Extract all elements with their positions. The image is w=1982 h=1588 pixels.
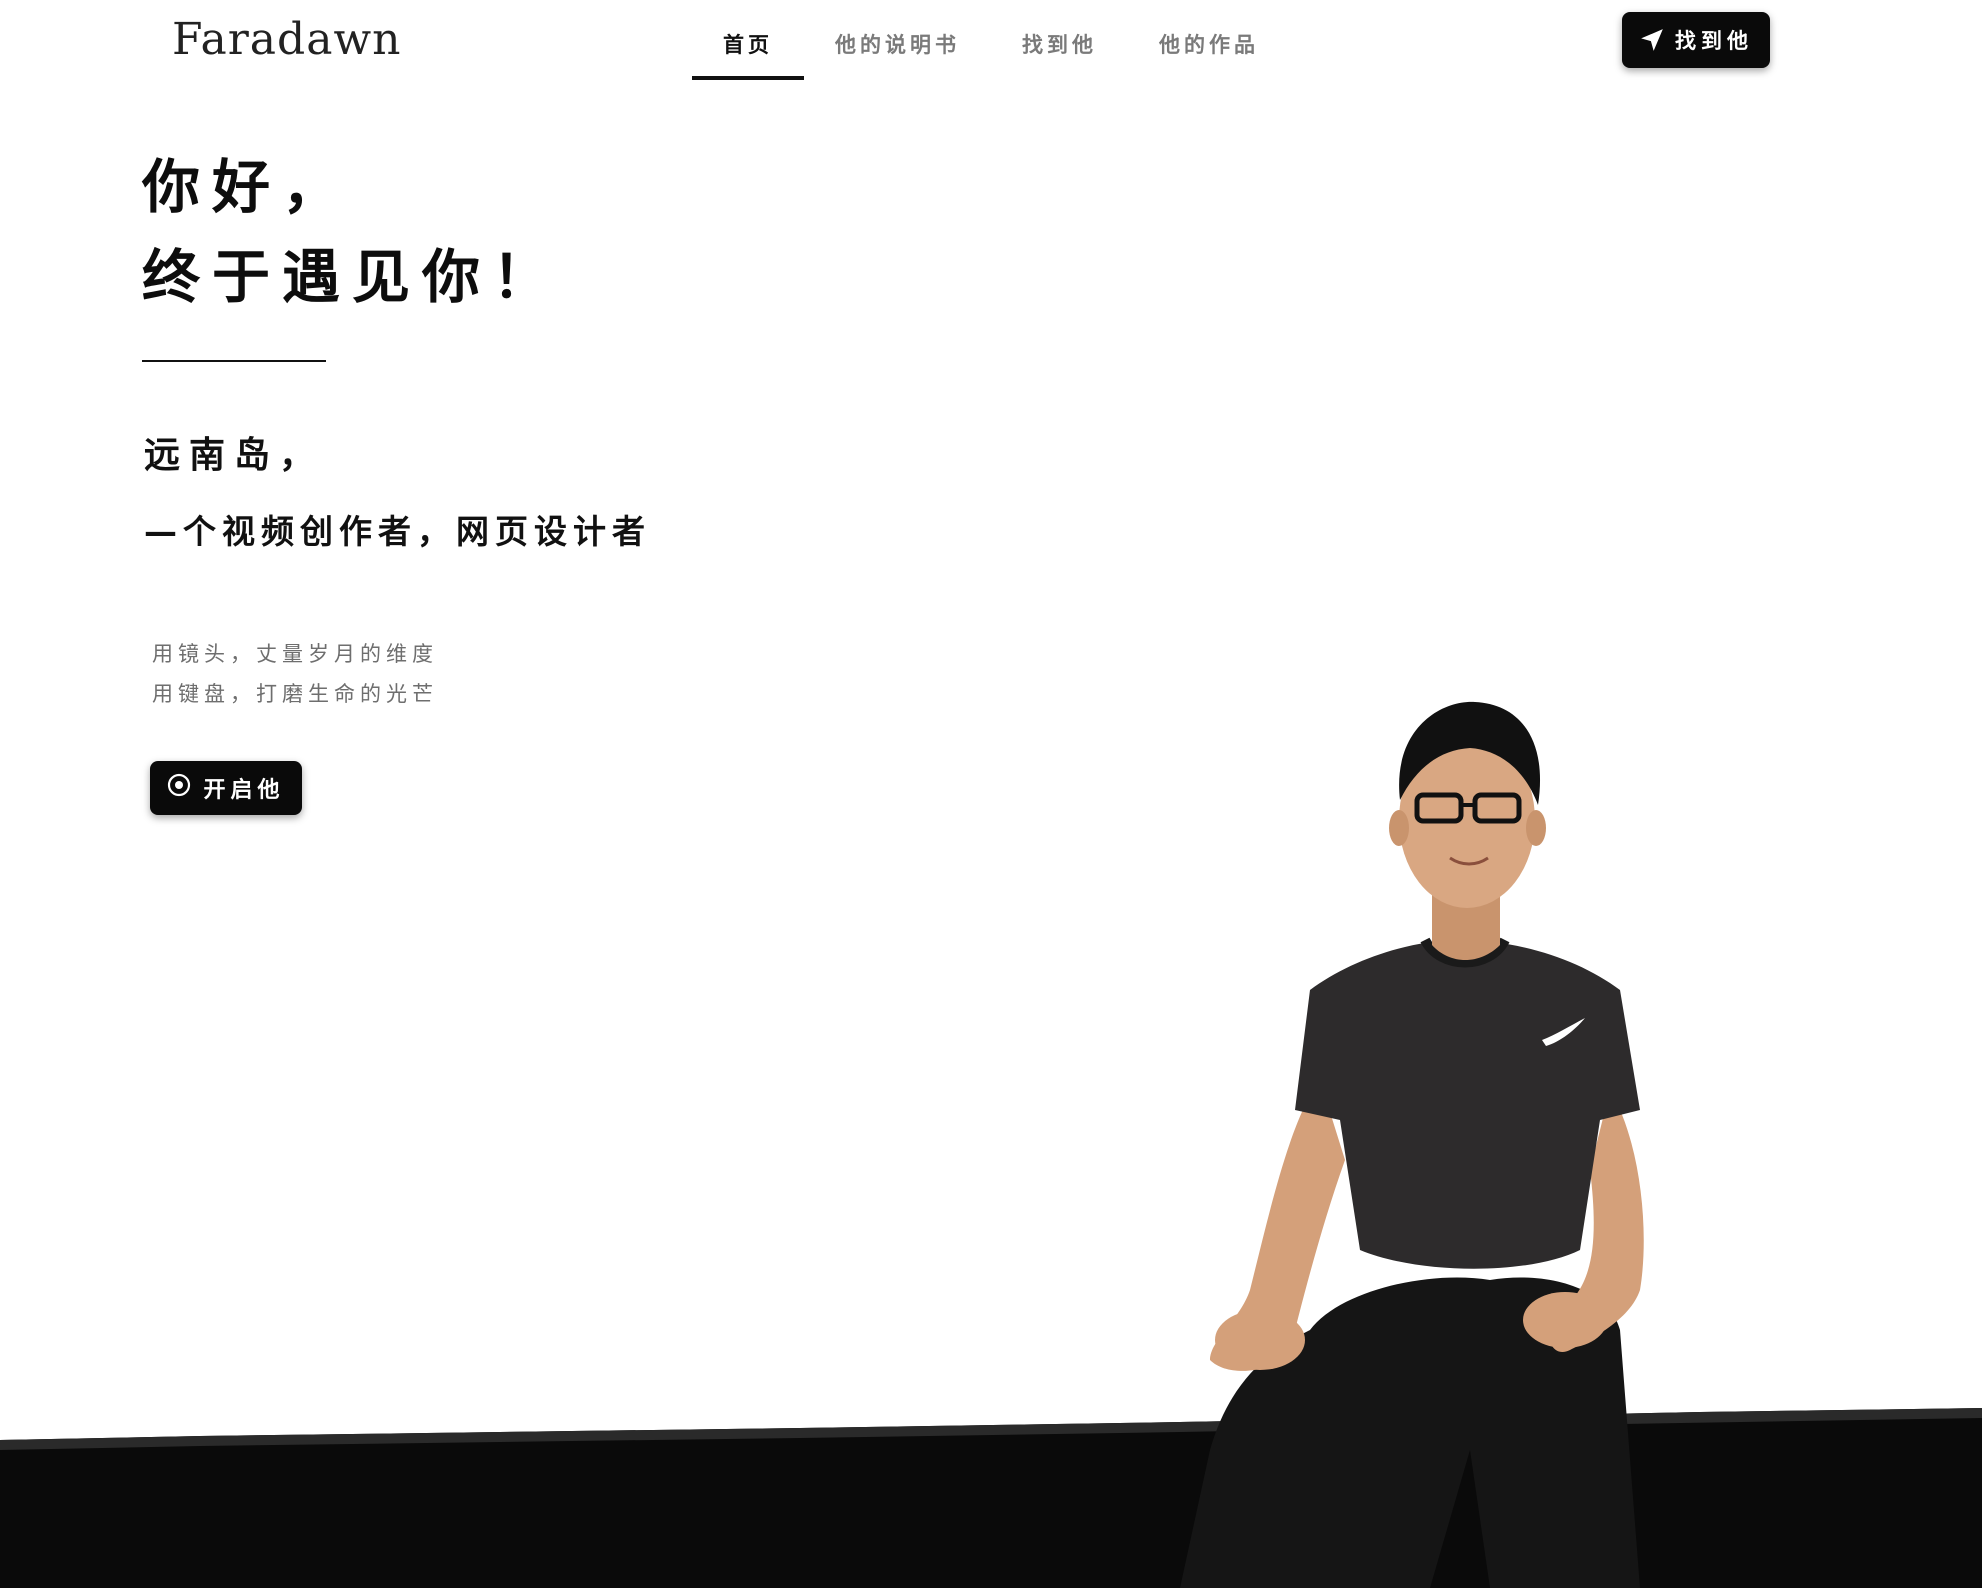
nav-item-home[interactable]: 首页 [692, 0, 804, 80]
author-name: 远南岛， [144, 435, 325, 476]
hero-title-line-2: 终于遇见你！ [142, 243, 563, 311]
find-him-button[interactable]: 找到他 [1622, 12, 1770, 68]
main-nav: 首页 他的说明书 找到他 他的作品 [692, 0, 1290, 80]
hero-title: 你好， 终于遇见你！ [142, 142, 562, 322]
nav-item-manual[interactable]: 他的说明书 [804, 0, 991, 80]
hero-divider [142, 360, 326, 362]
open-him-button[interactable]: 开启他 [150, 761, 302, 815]
portrait-photo [1180, 701, 1644, 1588]
paper-plane-icon [1639, 27, 1665, 53]
motto-line-1: 用镜头，丈量岁月的维度 [152, 642, 438, 666]
open-him-button-label: 开启他 [203, 778, 285, 803]
hero-title-line-1: 你好， [142, 153, 353, 221]
nav-item-works[interactable]: 他的作品 [1128, 0, 1290, 80]
site-logo[interactable]: Faradawn [172, 14, 401, 65]
find-him-button-label: 找到他 [1675, 29, 1753, 53]
site-header: Faradawn 首页 他的说明书 找到他 他的作品 找到他 [0, 0, 1982, 90]
home-page: Faradawn 首页 他的说明书 找到他 他的作品 找到他 你好， 终于遇见你… [0, 0, 1982, 1588]
author-role: —个视频创作者，网页设计者 [144, 512, 651, 551]
motto: 用镜头，丈量岁月的维度 用键盘，打磨生命的光芒 [152, 634, 438, 714]
target-circle-icon [167, 773, 191, 803]
nav-item-find-him[interactable]: 找到他 [991, 0, 1128, 80]
motto-line-2: 用键盘，打磨生命的光芒 [152, 682, 438, 706]
